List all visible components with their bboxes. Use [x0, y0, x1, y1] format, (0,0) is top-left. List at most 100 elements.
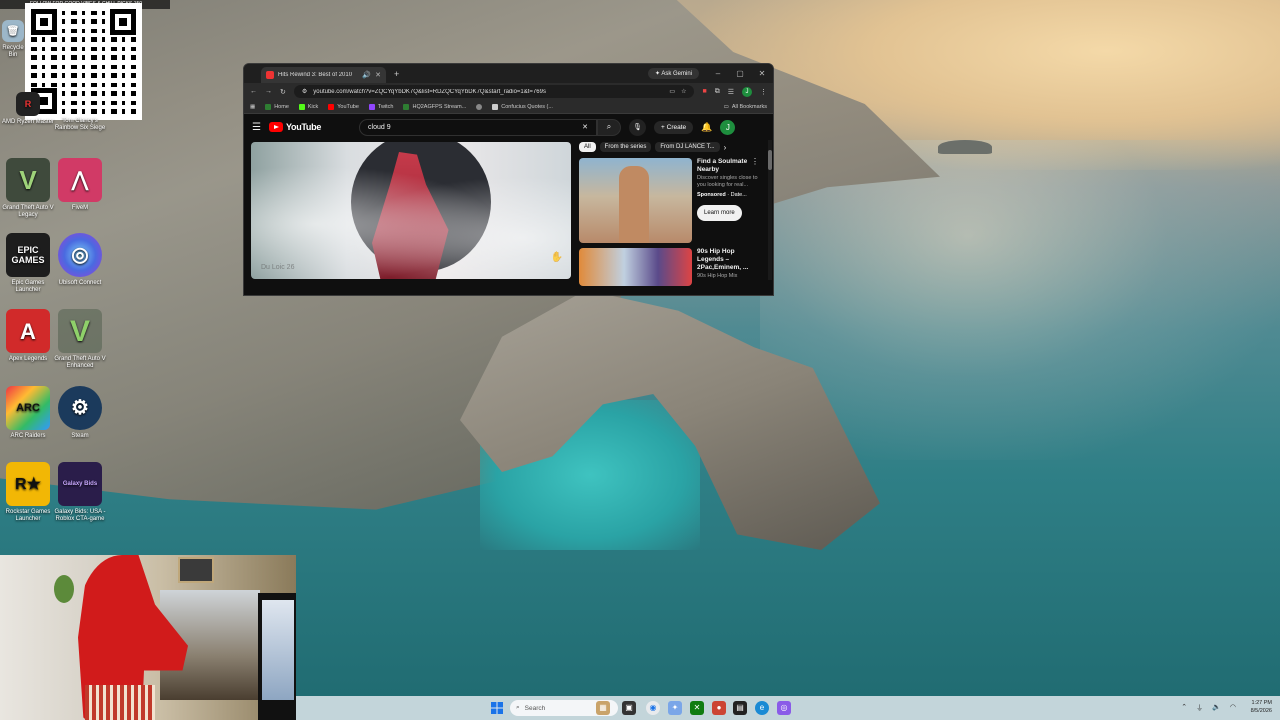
chevron-up-icon[interactable]: ⌃	[1181, 703, 1187, 713]
close-window-button[interactable]: ✕	[751, 69, 773, 78]
voice-search-button[interactable]: 🎙	[629, 118, 647, 136]
chip-from-series[interactable]: From the series	[599, 142, 652, 152]
bookmark-star-icon[interactable]: ☆	[681, 88, 686, 95]
bookmark-youtube[interactable]: YouTube	[328, 103, 359, 110]
youtube-logo-text: YouTube	[285, 122, 322, 132]
obs-icon[interactable]: ◎	[777, 701, 791, 715]
home-bookmark-icon	[265, 103, 272, 110]
ask-gemini-button[interactable]: ✦ Ask Gemini	[647, 68, 699, 79]
ad-description: Discover singles close to you looking fo…	[697, 175, 758, 188]
youtube-avatar[interactable]: J	[720, 119, 736, 135]
galaxy-bids-icon: Galaxy Bids	[58, 462, 102, 506]
address-url: youtube.com/watch?v=ZQCYqYbDK7Q&list=RDZ…	[313, 88, 546, 95]
qr-finder	[31, 9, 57, 35]
video-player[interactable]: Du Loic 26 ✋	[251, 142, 571, 279]
ad-title[interactable]: Find a Soulmate Nearby	[697, 158, 759, 174]
app-red-icon[interactable]: ●	[712, 701, 726, 715]
chip-all[interactable]: All	[579, 142, 596, 152]
desktop-icon-ubisoft[interactable]: ◎ Ubisoft Connect	[52, 233, 108, 287]
related-video-thumbnail[interactable]	[579, 248, 692, 286]
clear-search-icon[interactable]: ✕	[582, 123, 588, 131]
bookmark-label: Home	[274, 103, 289, 110]
address-bar[interactable]: ⚙ youtube.com/watch?v=ZQCYqYbDK7Q&list=R…	[293, 85, 695, 98]
wifi-icon[interactable]: ◠	[1230, 703, 1236, 713]
chevron-right-icon[interactable]: ›	[724, 143, 727, 152]
more-options-icon[interactable]: ⋮	[751, 158, 759, 166]
desktop-icon-label: Galaxy Bids: USA - Roblox CTA-game	[54, 509, 106, 522]
youtube-icon	[328, 103, 335, 110]
media-control-icon[interactable]: ☰	[728, 88, 734, 96]
notifications-bell-icon[interactable]: 🔔	[701, 122, 712, 133]
bookmark-kick[interactable]: Kick	[298, 103, 318, 110]
speaker-icon[interactable]: 🔊	[362, 71, 371, 79]
reload-icon[interactable]: ↻	[280, 88, 286, 96]
bookmark-twitch[interactable]: Twitch	[368, 103, 393, 110]
calculator-icon[interactable]: ▤	[733, 701, 747, 715]
extension-icon[interactable]: ■	[702, 88, 706, 95]
windows-start-icon[interactable]	[491, 702, 503, 714]
youtube-play-icon	[268, 122, 283, 132]
amd-ryzen-master-icon: R	[16, 92, 40, 116]
desktop-icon-recycle-bin[interactable]: 🗑 Recycle Bin	[0, 20, 26, 59]
desktop-icon-galaxy-bids[interactable]: Galaxy Bids Galaxy Bids: USA - Roblox CT…	[52, 462, 108, 523]
search-query: cloud 9	[368, 123, 391, 131]
learn-more-button[interactable]: Learn more	[697, 205, 742, 221]
youtube-header: ☰ YouTube cloud 9 ✕ ⌕ 🎙 + Create 🔔 J	[244, 114, 773, 140]
fivem-icon: ⋀	[58, 158, 102, 202]
task-view-icon[interactable]: ▣	[622, 701, 636, 715]
desktop-icon-gta-v-enhanced[interactable]: V Grand Theft Auto V Enhanced	[52, 309, 108, 370]
apps-grid-icon[interactable]: ▦	[250, 104, 255, 110]
profile-avatar[interactable]: J	[742, 86, 752, 97]
create-button[interactable]: + Create	[654, 120, 694, 134]
bookmark-label: Confucius Quotes (...	[501, 103, 553, 110]
page-scrollbar[interactable]	[768, 140, 772, 280]
extensions-puzzle-icon[interactable]: ⧉	[715, 88, 720, 96]
webcam-plant	[54, 575, 74, 603]
desktop-icon-rainbow-six[interactable]: Tom Clancy's Rainbow Six Siege	[52, 118, 108, 132]
tab-title: Hits Rewind 3: Best of 2010	[278, 72, 353, 78]
widgets-icon[interactable]: ▦	[596, 701, 610, 715]
youtube-logo[interactable]: YouTube	[268, 122, 322, 132]
menu-icon[interactable]: ☰	[252, 122, 261, 133]
youtube-search-input[interactable]: cloud 9 ✕	[359, 118, 598, 136]
forward-icon[interactable]: →	[265, 88, 272, 95]
taskbar-search-placeholder: Search	[524, 704, 546, 712]
minimize-button[interactable]: –	[707, 69, 729, 78]
ad-thumbnail[interactable]	[579, 158, 692, 243]
bookmark-home[interactable]: Home	[265, 103, 289, 110]
sponsored-ad-card[interactable]: Find a Soulmate Nearby Discover singles …	[579, 158, 759, 243]
desktop-icon-rockstar[interactable]: R★ Rockstar Games Launcher	[0, 462, 56, 523]
cast-icon[interactable]: ▭	[669, 88, 675, 95]
bookmark-confucius[interactable]: Confucius Quotes (...	[492, 103, 553, 110]
search-button[interactable]: ⌕	[597, 118, 622, 136]
browser-tab-active[interactable]: Hits Rewind 3: Best of 2010 🔊 ✕	[261, 67, 386, 83]
search-icon: ⌕	[516, 704, 520, 711]
related-video-title[interactable]: 90s Hip Hop Legends – 2Pac,Eminem, ...	[697, 248, 759, 272]
maximize-button[interactable]: ▢	[729, 69, 751, 78]
desktop-icon-fivem[interactable]: ⋀ FiveM	[52, 158, 108, 212]
ad-sponsored-line: Sponsored · Date...	[697, 192, 747, 198]
volume-icon[interactable]: 🔈	[1212, 703, 1221, 713]
desktop-icon-steam[interactable]: ⚙ Steam	[52, 386, 108, 440]
network-icon[interactable]: ⏚	[1196, 703, 1203, 713]
edge-icon[interactable]: e	[755, 701, 769, 715]
photos-icon[interactable]: ✦	[668, 701, 682, 715]
desktop-icon-gta-v[interactable]: V Grand Theft Auto V Legacy	[0, 158, 56, 219]
bookmark-stream[interactable]: HQ2AGFPS Stream...	[403, 103, 466, 110]
desktop-icon-amd-ryzen-master[interactable]: R AMD Ryzen Master	[0, 92, 56, 126]
related-video-item[interactable]: 90s Hip Hop Legends – 2Pac,Eminem, ... 9…	[579, 248, 759, 286]
desktop-icon-arc-raiders[interactable]: ARC ARC Raiders	[0, 386, 56, 440]
xbox-icon[interactable]: ✕	[690, 701, 704, 715]
chip-from-channel[interactable]: From DJ LANCE T...	[655, 142, 720, 152]
desktop-icon-epic-games[interactable]: EPIC GAMES Epic Games Launcher	[0, 233, 56, 294]
all-bookmarks-button[interactable]: ▭ All Bookmarks	[724, 104, 767, 110]
back-icon[interactable]: ←	[250, 88, 257, 95]
site-info-icon[interactable]: ⚙	[302, 88, 307, 95]
close-tab-icon[interactable]: ✕	[375, 71, 381, 79]
desktop-icon-apex[interactable]: A Apex Legends	[0, 309, 56, 363]
browser-menu-icon[interactable]: ⋮	[760, 88, 767, 96]
chrome-icon[interactable]: ◉	[646, 701, 660, 715]
new-tab-button[interactable]: +	[394, 69, 399, 79]
bookmark-github[interactable]	[476, 103, 483, 110]
taskbar-clock[interactable]: 1:27 PM 8/5/2026	[1251, 699, 1272, 715]
